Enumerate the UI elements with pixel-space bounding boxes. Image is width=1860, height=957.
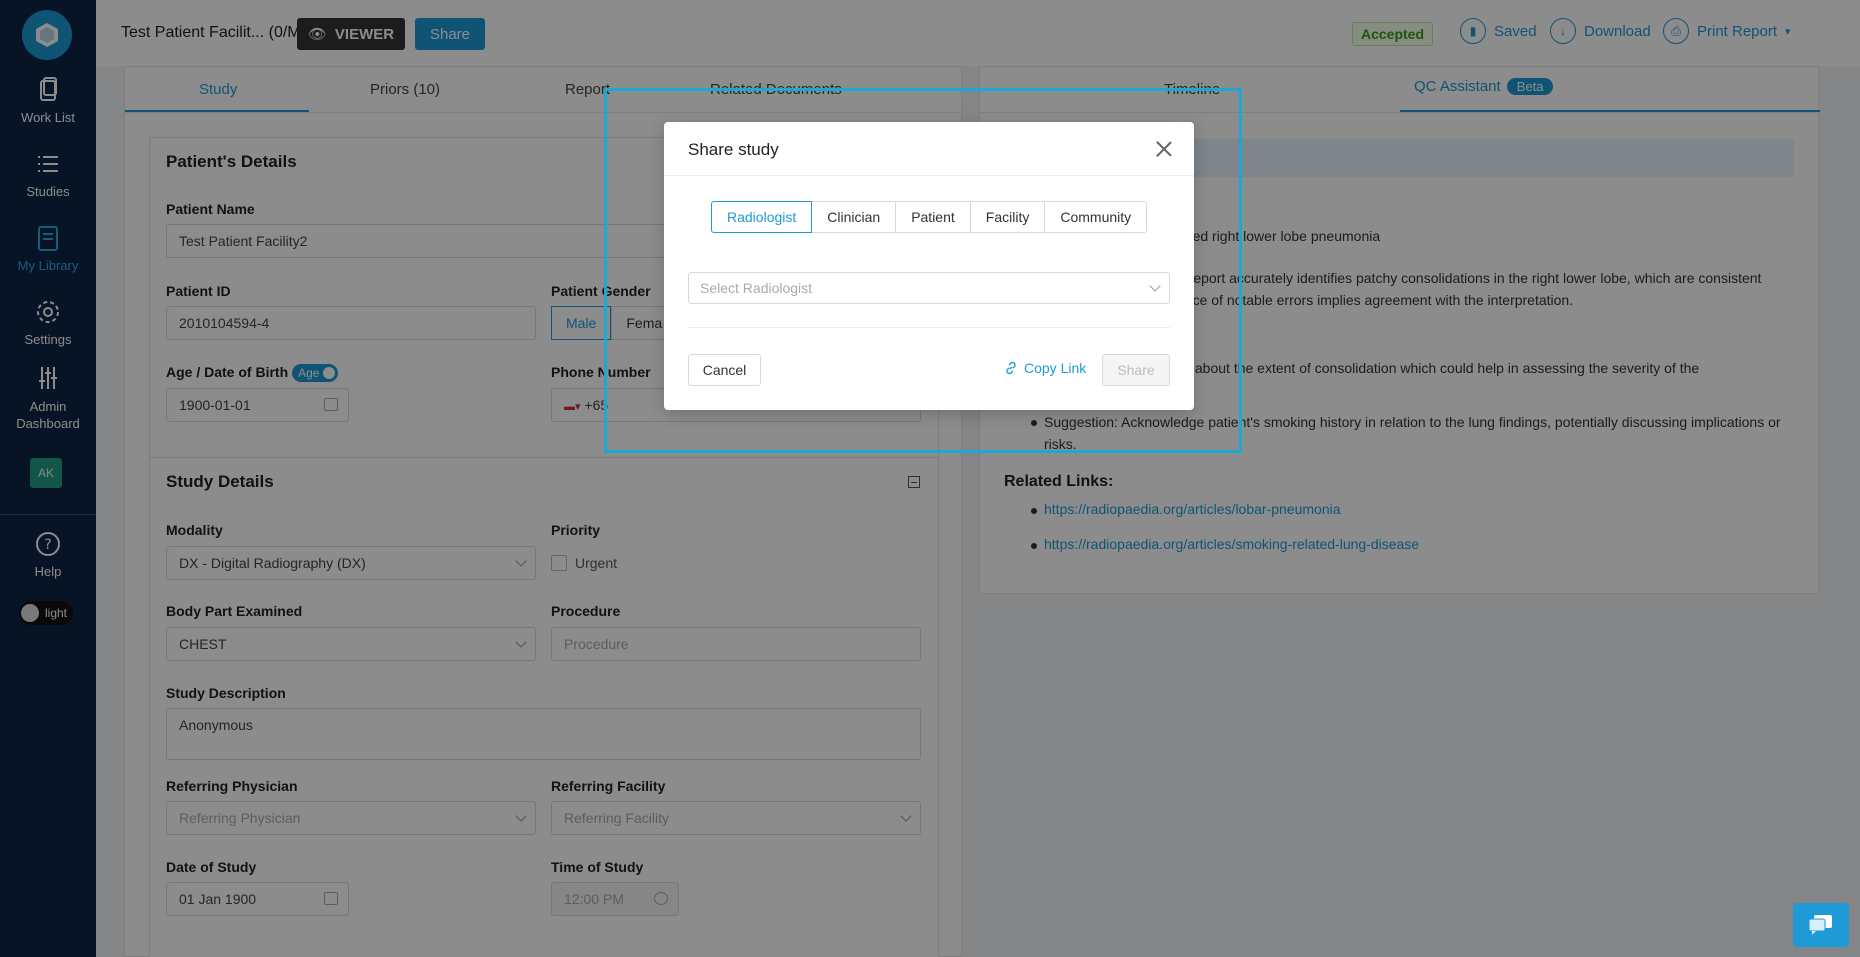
chevron-down-icon [1149, 280, 1161, 292]
copy-link-button[interactable]: Copy Link [1004, 360, 1086, 376]
share-submit-button[interactable]: Share [1102, 354, 1170, 386]
recipient-type-segmented: Radiologist Clinician Patient Facility C… [711, 201, 1148, 233]
copy-link-label: Copy Link [1024, 360, 1087, 376]
dialog-title: Share study [688, 140, 779, 159]
segment-patient[interactable]: Patient [895, 201, 971, 233]
select-radiologist[interactable]: Select Radiologist [688, 272, 1170, 304]
segment-community[interactable]: Community [1044, 201, 1148, 233]
segment-facility[interactable]: Facility [969, 201, 1046, 233]
chat-icon [1808, 915, 1832, 935]
close-icon[interactable] [1154, 139, 1174, 159]
segment-clinician[interactable]: Clinician [811, 201, 897, 233]
dialog-header: Share study [664, 122, 1194, 176]
segment-radiologist[interactable]: Radiologist [711, 201, 813, 233]
chat-button[interactable] [1793, 903, 1849, 947]
dialog-divider [688, 327, 1170, 328]
link-icon [1006, 361, 1016, 375]
share-study-dialog: Share study Radiologist Clinician Patien… [664, 122, 1194, 410]
cancel-button[interactable]: Cancel [688, 354, 761, 386]
select-placeholder: Select Radiologist [700, 280, 813, 296]
